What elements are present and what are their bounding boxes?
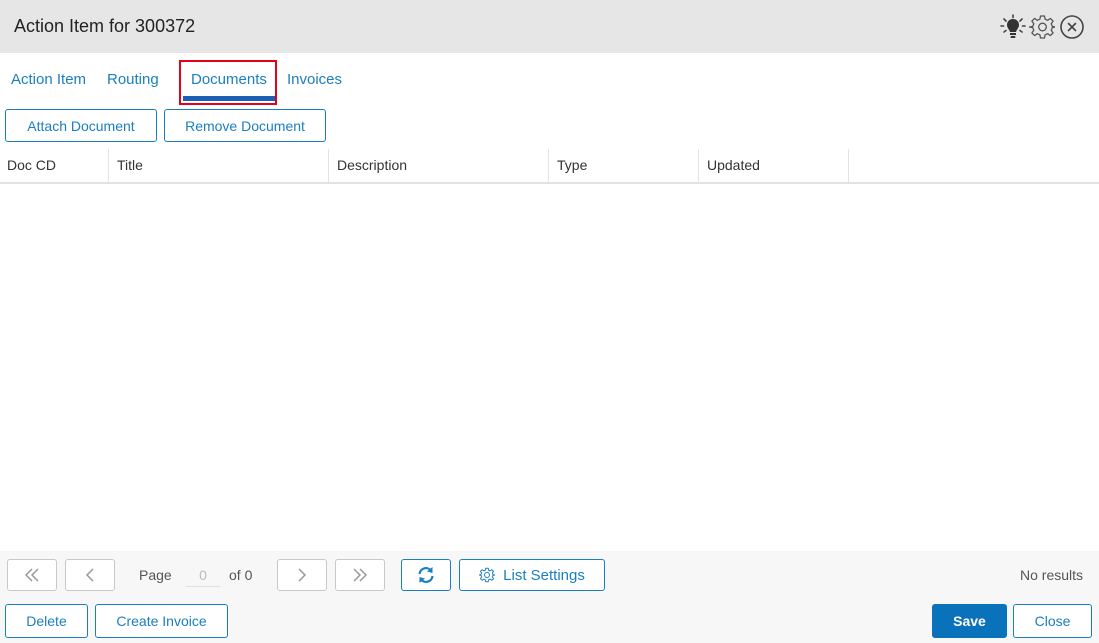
page-label: Page xyxy=(139,567,172,583)
page-number-input[interactable] xyxy=(186,563,220,587)
next-page-button[interactable] xyxy=(277,559,327,591)
lightbulb-icon[interactable] xyxy=(1000,14,1026,40)
tab-highlight-box xyxy=(179,60,277,105)
pager-bar: Page of 0 List Settings No results xyxy=(0,551,1099,597)
tab-action-item[interactable]: Action Item xyxy=(11,71,86,88)
column-header-updated[interactable]: Updated xyxy=(699,149,849,182)
column-header-doc-cd[interactable]: Doc CD xyxy=(0,149,109,182)
documents-grid-body xyxy=(0,184,1099,551)
results-count: No results xyxy=(1020,567,1084,583)
refresh-button[interactable] xyxy=(401,559,451,591)
dialog-header: Action Item for 300372 xyxy=(0,0,1099,53)
dialog-title: Action Item for 300372 xyxy=(14,16,196,36)
page-count-label: of 0 xyxy=(229,567,253,583)
dialog-footer: Delete Create Invoice Save Close xyxy=(0,597,1099,643)
column-header-type[interactable]: Type xyxy=(549,149,699,182)
refresh-icon xyxy=(418,567,434,583)
first-page-button[interactable] xyxy=(7,559,57,591)
list-settings-label: List Settings xyxy=(503,566,585,584)
list-settings-button[interactable]: List Settings xyxy=(459,559,605,591)
chevron-right-icon xyxy=(298,568,307,582)
close-circle-icon[interactable] xyxy=(1059,14,1085,40)
double-chevron-right-icon xyxy=(353,568,368,582)
documents-grid-header: Doc CD Title Description Type Updated xyxy=(0,149,1099,184)
gear-icon xyxy=(479,567,496,583)
gear-icon[interactable] xyxy=(1029,14,1055,40)
save-button[interactable]: Save xyxy=(932,604,1007,638)
tab-invoices[interactable]: Invoices xyxy=(287,71,342,88)
last-page-button[interactable] xyxy=(335,559,385,591)
chevron-left-icon xyxy=(85,568,94,582)
close-button[interactable]: Close xyxy=(1013,604,1092,638)
delete-button[interactable]: Delete xyxy=(5,604,88,638)
previous-page-button[interactable] xyxy=(65,559,115,591)
column-header-description[interactable]: Description xyxy=(329,149,549,182)
attach-document-button[interactable]: Attach Document xyxy=(5,109,157,142)
double-chevron-left-icon xyxy=(24,568,39,582)
tab-routing[interactable]: Routing xyxy=(107,71,159,88)
create-invoice-button[interactable]: Create Invoice xyxy=(95,604,228,638)
remove-document-button[interactable]: Remove Document xyxy=(164,109,326,142)
column-header-title[interactable]: Title xyxy=(109,149,329,182)
